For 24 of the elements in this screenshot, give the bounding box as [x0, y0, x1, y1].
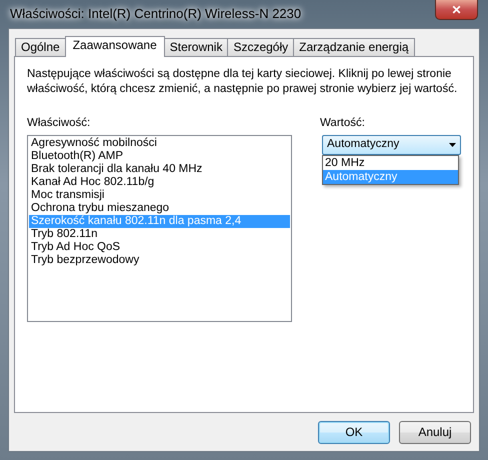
tab[interactable]: Sterownik	[164, 38, 228, 56]
property-item[interactable]: Tryb 802.11n	[29, 228, 290, 241]
close-button[interactable]: ✕	[435, 0, 478, 20]
property-item[interactable]: Ochrona trybu mieszanego	[29, 202, 290, 215]
dropdown-arrow-icon	[449, 143, 456, 147]
dropdown-option[interactable]: 20 MHz	[323, 156, 458, 170]
value-dropdown[interactable]: Automatyczny	[322, 135, 461, 155]
property-label: Właściwość:	[27, 117, 92, 130]
window-title: Właściwości: Intel(R) Centrino(R) Wireless-N 2230	[9, 5, 302, 24]
property-item[interactable]: Moc transmisji	[29, 189, 290, 202]
property-item[interactable]: Tryb bezprzewodowy	[29, 254, 290, 267]
tab[interactable]: Ogólne	[15, 38, 66, 56]
tab[interactable]: Szczegóły	[227, 38, 294, 56]
tab[interactable]: Zarządzanie energią	[293, 38, 415, 56]
property-item[interactable]: Bluetooth(R) AMP	[29, 150, 290, 163]
description-text: Następujące właściwości są dostępne dla tej karty sieciowej. Kliknij po lewej stronie właściwość, którą chcesz zmienić, a następnie po prawej stronie wybierz jej wartość.	[27, 67, 458, 97]
property-item[interactable]: Tryb Ad Hoc QoS	[29, 241, 290, 254]
cancel-button[interactable]: Anuluj	[399, 420, 471, 444]
property-item[interactable]: Agresywność mobilności	[29, 137, 290, 150]
value-label: Wartość:	[320, 117, 366, 130]
tab[interactable]: Zaawansowane	[64, 36, 165, 57]
property-item[interactable]: Brak tolerancji dla kanału 40 MHz	[29, 163, 290, 176]
property-item[interactable]: Kanał Ad Hoc 802.11b/g	[29, 176, 290, 189]
ok-button[interactable]: OK	[318, 420, 390, 444]
